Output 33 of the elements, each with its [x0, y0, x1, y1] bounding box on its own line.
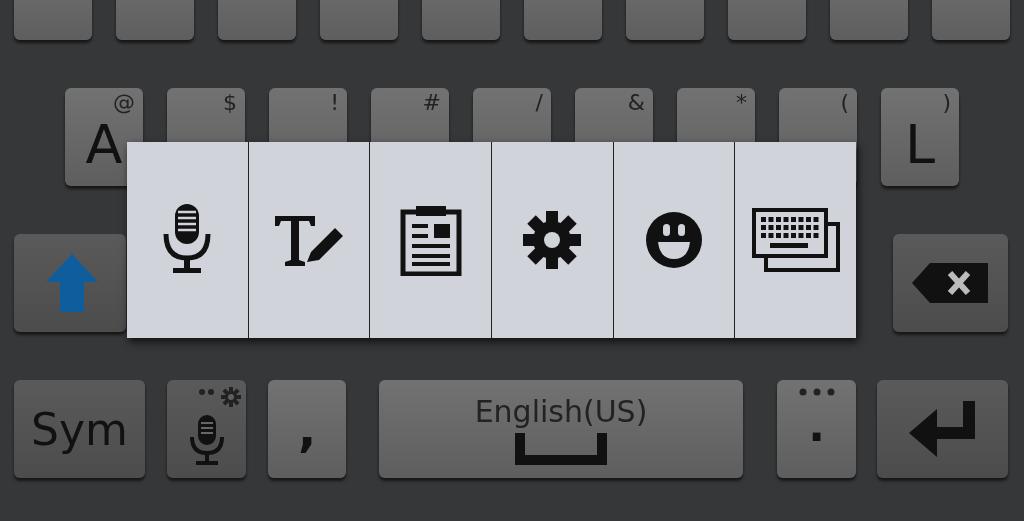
backspace-key[interactable] [893, 234, 1008, 332]
microphone-icon [187, 413, 226, 467]
key-hint: ) [942, 90, 951, 115]
key-letter: A [85, 118, 123, 172]
keyboard-icon [751, 208, 840, 272]
settings-icon [522, 210, 583, 270]
period-key[interactable]: . [777, 380, 856, 478]
key-hint: / [535, 90, 543, 115]
key-hint: @ [113, 90, 135, 115]
backspace-icon [911, 263, 990, 303]
enter-key[interactable] [877, 380, 1008, 478]
settings-icon [198, 386, 242, 408]
space-key[interactable]: English(US) [379, 380, 743, 478]
key-hint: $ [223, 90, 237, 115]
key-hint: ! [330, 90, 339, 115]
sym-key[interactable]: Sym [14, 380, 145, 478]
key-hint: & [627, 90, 645, 115]
key[interactable]: ) L [881, 88, 959, 186]
smiley-icon [645, 211, 703, 269]
key-hint: # [422, 90, 441, 115]
enter-icon [908, 401, 977, 457]
more-icon [798, 388, 835, 396]
shift-icon [44, 252, 100, 314]
space-bar-icon [515, 432, 607, 465]
key[interactable]: @ A [65, 88, 143, 186]
voice-key[interactable] [167, 380, 246, 478]
period-label: . [808, 404, 825, 448]
key-letter: L [904, 118, 936, 172]
comma-key[interactable]: , [268, 380, 346, 478]
key-hint: * [736, 90, 747, 115]
key-hint: ( [840, 90, 849, 115]
language-label: English(US) [474, 393, 648, 429]
clipboard-icon [399, 204, 462, 276]
